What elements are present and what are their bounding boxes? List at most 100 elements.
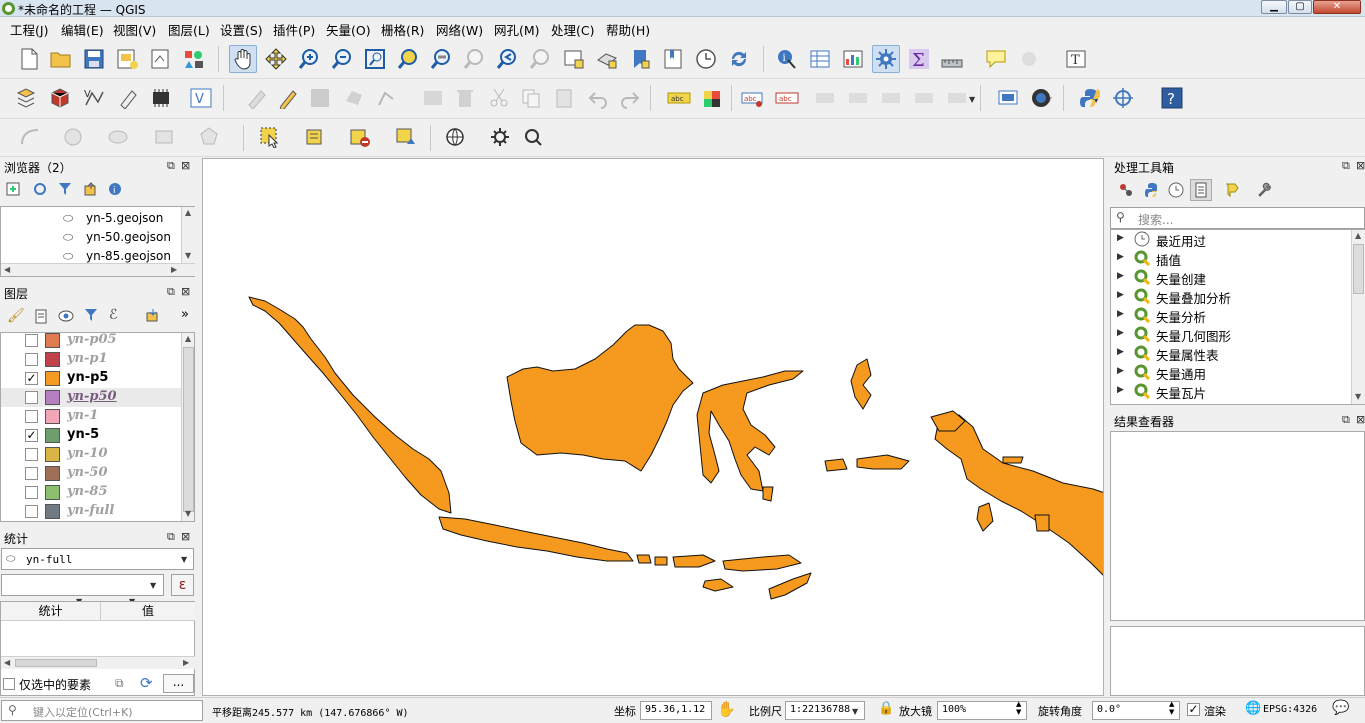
scripts-python-icon[interactable] (1144, 182, 1160, 198)
search-icon[interactable] (519, 123, 547, 151)
toolbox-close-icon[interactable]: ⊠ (1356, 159, 1365, 172)
options-wrench-icon[interactable] (1256, 182, 1272, 198)
menu-raster[interactable]: 栅格(R) (381, 20, 424, 39)
statistical-summary-icon[interactable]: Σ (905, 45, 933, 73)
pin-labels-icon[interactable]: abc (740, 84, 768, 112)
expand-all-icon[interactable] (146, 308, 160, 322)
add-circle-icon[interactable] (59, 123, 87, 151)
add-regular-polygon-icon[interactable] (195, 123, 223, 151)
layer-checkbox[interactable] (25, 448, 38, 461)
expand-arrow-icon[interactable]: ▶ (1117, 252, 1124, 262)
browser-item[interactable]: ⬭ yn-50.geojson (63, 229, 173, 247)
crs-globe-icon[interactable]: 🌐 (1245, 701, 1261, 716)
layer-row[interactable]: yn-full (1, 502, 181, 521)
new-map-view-icon[interactable] (560, 45, 588, 73)
select-features-icon[interactable] (256, 123, 284, 151)
toolbox-item-vector-general[interactable]: ▶ 矢量通用 (1113, 363, 1351, 382)
georeferencer-icon[interactable] (1027, 84, 1055, 112)
processing-toolbox-icon[interactable] (872, 45, 900, 73)
menu-mesh[interactable]: 网孔(M) (494, 20, 540, 39)
select-by-location-icon[interactable] (392, 123, 420, 151)
layer-symbol[interactable] (45, 409, 60, 424)
minimize-button[interactable]: ▁ (1261, 0, 1287, 14)
browser-hscrollbar[interactable]: ◀ ▶ (1, 263, 195, 276)
layer-symbol[interactable] (45, 333, 60, 348)
expand-arrow-icon[interactable]: ▶ (1117, 233, 1124, 243)
toolbox-item-recent[interactable]: ▶ 最近用过 (1113, 230, 1351, 249)
new-shapefile-icon[interactable]: V (81, 84, 109, 112)
network-icon[interactable] (441, 123, 469, 151)
layer-symbol[interactable] (45, 447, 60, 462)
refresh-icon[interactable] (725, 45, 753, 73)
new-temporary-layer-icon[interactable] (115, 84, 143, 112)
layers-scrollbar[interactable]: ▲ ▼ (181, 333, 194, 521)
stats-col-value[interactable]: 值 (101, 602, 195, 621)
coordinate-field[interactable]: 95.36,1.12 (640, 701, 712, 720)
expand-arrow-icon[interactable]: ▶ (1117, 347, 1124, 357)
zoom-in-icon[interactable] (295, 45, 323, 73)
toolbox-float-icon[interactable]: ⧉ (1342, 159, 1350, 173)
undo-icon[interactable] (584, 84, 612, 112)
results-viewer-toggle-icon[interactable] (1190, 179, 1212, 201)
browser-refresh-icon[interactable] (33, 182, 47, 196)
locator-input[interactable]: ⚲ 键入以定位(Ctrl+K) (1, 700, 203, 721)
edit-rendering-styles-icon[interactable] (1224, 182, 1240, 198)
zoom-out-icon[interactable] (328, 45, 356, 73)
layer-diagram-options-icon[interactable] (699, 84, 727, 112)
expand-arrow-icon[interactable]: ▶ (1117, 290, 1124, 300)
maximize-button[interactable]: ▢ (1288, 0, 1312, 14)
stats-field-select[interactable]: ▼ (1, 574, 164, 596)
layer-checkbox[interactable] (25, 486, 38, 499)
layer-row[interactable]: ✓ yn-5 (1, 426, 181, 445)
layer-symbol[interactable] (45, 428, 60, 443)
new-3d-map-view-icon[interactable] (593, 45, 621, 73)
stats-col-stat[interactable]: 统计 (1, 602, 101, 621)
identify-features-icon[interactable]: i (773, 45, 801, 73)
toolbox-search-input[interactable]: ⚲ 搜索... (1110, 207, 1365, 229)
manage-visibility-icon[interactable] (58, 310, 74, 322)
filter-expression-icon[interactable]: ℰ (109, 307, 117, 323)
layers-close-icon[interactable]: ⊠ (181, 285, 190, 298)
layer-symbol[interactable] (45, 466, 60, 481)
browser-item[interactable]: ⬭ yn-5.geojson (63, 210, 173, 228)
menu-plugins[interactable]: 插件(P) (273, 20, 315, 39)
temporal-controller-icon[interactable] (692, 45, 720, 73)
menu-layer[interactable]: 图层(L) (168, 20, 210, 39)
save-project-icon[interactable] (80, 45, 108, 73)
menu-project[interactable]: 工程(J) (10, 20, 48, 39)
lock-scale-icon[interactable]: 🔒 (878, 701, 894, 716)
add-feature-icon[interactable] (340, 84, 368, 112)
new-geopackage-icon[interactable] (47, 84, 75, 112)
layer-row[interactable]: yn-85 (1, 483, 181, 502)
stats-layer-select[interactable]: ⬭ yn-full ▼ (1, 548, 194, 570)
layer-checkbox[interactable] (25, 334, 38, 347)
toolbox-item-vector-tiles[interactable]: ▶ 矢量瓦片 (1113, 382, 1351, 401)
new-mesh-layer-icon[interactable]: V (187, 84, 215, 112)
menu-processing[interactable]: 处理(C) (551, 20, 594, 39)
magnifier-field[interactable]: 100% (937, 701, 1027, 720)
layer-row[interactable]: yn-50 (1, 464, 181, 483)
browser-close-icon[interactable]: ⊠ (181, 159, 190, 172)
new-bookmark-icon[interactable] (626, 45, 654, 73)
preview-labels-icon[interactable] (812, 84, 840, 112)
expand-arrow-icon[interactable]: ▶ (1117, 385, 1124, 395)
browser-scrollbar[interactable]: ▲ ▼ (181, 207, 195, 263)
layers-float-icon[interactable]: ⧉ (167, 285, 175, 299)
stats-refresh-icon[interactable]: ⟳ (140, 674, 153, 692)
measure-line-icon[interactable] (938, 45, 966, 73)
layer-row[interactable]: yn-p50 (1, 388, 181, 407)
map-tips-icon[interactable] (982, 45, 1010, 73)
layer-row[interactable]: ✓ yn-p5 (1, 369, 181, 388)
menu-help[interactable]: 帮助(H) (606, 20, 650, 39)
zoom-next-icon[interactable] (526, 45, 554, 73)
current-edits-icon[interactable] (243, 84, 271, 112)
menu-vector[interactable]: 矢量(O) (326, 20, 371, 39)
settings-gear-icon[interactable] (486, 123, 514, 151)
layer-checkbox[interactable] (25, 467, 38, 480)
layer-styling-icon[interactable]: 🖌 (7, 308, 25, 324)
expression-button[interactable]: ε (171, 574, 194, 596)
copy-features-icon[interactable] (517, 84, 545, 112)
more-tools-icon[interactable]: » (181, 307, 189, 322)
layer-row[interactable]: yn-p1 (1, 350, 181, 369)
properties-info-icon[interactable]: i (108, 182, 122, 196)
